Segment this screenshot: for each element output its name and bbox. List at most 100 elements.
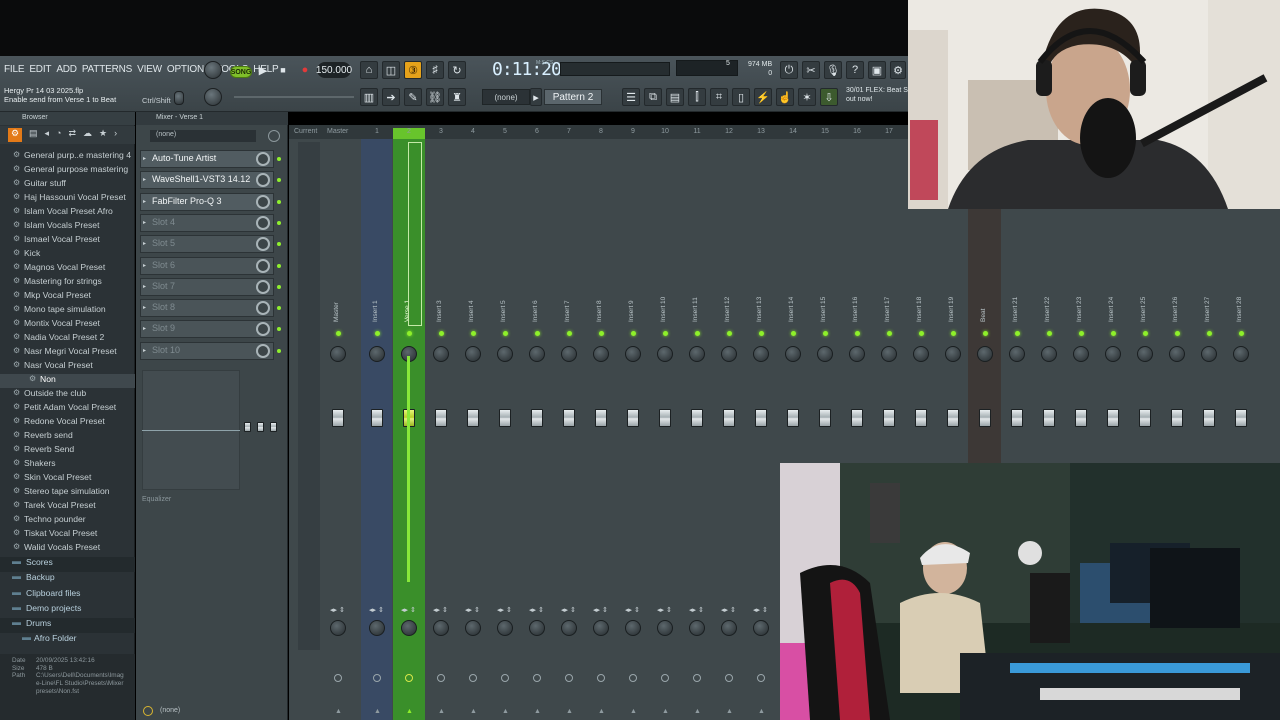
strip-enable-led[interactable]	[919, 331, 924, 336]
strip-pan-knob[interactable]	[721, 346, 737, 362]
strip-pan-knob[interactable]	[1009, 346, 1025, 362]
strip-enable-led[interactable]	[951, 331, 956, 336]
folder-clipboard-files[interactable]: Clipboard files	[0, 587, 135, 603]
strip-name[interactable]: Insert 7	[564, 300, 571, 322]
strip-volume-fader[interactable]	[1107, 409, 1119, 427]
strip-name[interactable]: Insert 12	[724, 297, 731, 322]
strip-route-button[interactable]	[693, 674, 701, 682]
strip-volume-fader[interactable]	[1235, 409, 1247, 427]
save-icon[interactable]: ▣	[868, 61, 886, 79]
strip-pan-knob[interactable]	[1073, 346, 1089, 362]
strip-send-arrow-icon[interactable]: ▲	[470, 708, 477, 715]
strip-name[interactable]: Insert 27	[1204, 297, 1211, 322]
strip-enable-led[interactable]	[1175, 331, 1180, 336]
fx-slot-10[interactable]: Slot 10	[140, 341, 274, 360]
strip-name[interactable]: Beat	[980, 309, 987, 322]
strip-pan-knob[interactable]	[849, 346, 865, 362]
fx-slot-enable-led[interactable]	[277, 199, 281, 204]
strip-volume-fader[interactable]	[851, 409, 863, 427]
fx-slot-arrow-icon[interactable]: ▸	[143, 262, 146, 269]
folder-demo-projects[interactable]: Demo projects	[0, 602, 135, 618]
menu-edit[interactable]: EDIT	[29, 64, 51, 75]
browser-file-icon[interactable]: ▤	[29, 128, 38, 142]
strip-volume-fader[interactable]	[1203, 409, 1215, 427]
strip-name[interactable]: Insert 15	[820, 297, 827, 322]
strip-volume-fader[interactable]	[883, 409, 895, 427]
preset-item[interactable]: Tiskat Vocal Preset	[0, 528, 135, 542]
strip-name[interactable]: Insert 23	[1076, 297, 1083, 322]
strip-swap-icon[interactable]: ◂▸ ⇕	[593, 606, 608, 614]
strip-stereo-knob[interactable]	[529, 620, 545, 636]
fx-slot-mix-knob[interactable]	[256, 279, 270, 294]
preset-item[interactable]: Nasr Megri Vocal Preset	[0, 346, 135, 360]
strip-volume-fader[interactable]	[467, 409, 479, 427]
pattern-prev-icon[interactable]: ▸	[530, 88, 542, 106]
strip-stereo-knob[interactable]	[330, 620, 346, 636]
channel-rack-icon[interactable]: ⧉	[644, 88, 662, 106]
strip-pan-knob[interactable]	[817, 346, 833, 362]
preset-item[interactable]: Shakers	[0, 458, 135, 472]
strip-route-button[interactable]	[405, 674, 413, 682]
strip-pan-knob[interactable]	[689, 346, 705, 362]
microphone-icon[interactable]: 🎙	[824, 61, 842, 79]
strip-name[interactable]: Insert 3	[436, 300, 443, 322]
preset-item[interactable]: Haj Hassouni Vocal Preset	[0, 192, 135, 206]
preset-item[interactable]: Mkp Vocal Preset	[0, 290, 135, 304]
pattern-name[interactable]: Pattern 2	[544, 89, 602, 105]
strip-route-button[interactable]	[533, 674, 541, 682]
touch-icon[interactable]: ☝	[776, 88, 794, 106]
strip-enable-led[interactable]	[1207, 331, 1212, 336]
strip-send-arrow-icon[interactable]: ▲	[335, 708, 342, 715]
strip-volume-fader[interactable]	[435, 409, 447, 427]
strip-send-arrow-icon[interactable]: ▲	[758, 708, 765, 715]
preset-item[interactable]: Tarek Vocal Preset	[0, 500, 135, 514]
mixer-preset-selector[interactable]: (none)	[150, 130, 256, 142]
strip-enable-led[interactable]	[695, 331, 700, 336]
strip-name[interactable]: Insert 8	[596, 300, 603, 322]
fx-slot-mix-knob[interactable]	[256, 343, 270, 358]
strip-stereo-knob[interactable]	[721, 620, 737, 636]
strip-swap-icon[interactable]: ◂▸ ⇕	[369, 606, 384, 614]
strip-name[interactable]: Insert 4	[468, 300, 475, 322]
preset-item[interactable]: Redone Vocal Preset	[0, 416, 135, 430]
strip-name[interactable]: Insert 1	[372, 300, 379, 322]
fx-slot-arrow-icon[interactable]: ▸	[143, 325, 146, 332]
tempo-display[interactable]: 150.000	[316, 62, 352, 78]
browser-star-icon[interactable]: ★	[99, 128, 107, 142]
strip-swap-icon[interactable]: ◂▸ ⇕	[401, 606, 416, 614]
strip-name[interactable]: Insert 5	[500, 300, 507, 322]
fx-slot-mix-knob[interactable]	[256, 258, 270, 273]
strip-swap-icon[interactable]: ◂▸ ⇕	[561, 606, 576, 614]
strip-enable-led[interactable]	[823, 331, 828, 336]
fx-slot-7[interactable]: Slot 7	[140, 277, 274, 296]
strip-stereo-knob[interactable]	[657, 620, 673, 636]
fx-slot-enable-led[interactable]	[277, 348, 281, 353]
strip-pan-knob[interactable]	[433, 346, 449, 362]
strip-name[interactable]: Insert 17	[884, 297, 891, 322]
strip-volume-fader[interactable]	[659, 409, 671, 427]
strip-stereo-knob[interactable]	[561, 620, 577, 636]
strip-enable-led[interactable]	[336, 331, 341, 336]
strip-send-arrow-icon[interactable]: ▲	[662, 708, 669, 715]
strip-volume-fader[interactable]	[1075, 409, 1087, 427]
preset-item[interactable]: Skin Vocal Preset	[0, 472, 135, 486]
strip-pan-knob[interactable]	[753, 346, 769, 362]
strip-swap-icon[interactable]: ◂▸ ⇕	[689, 606, 704, 614]
strip-name[interactable]: Insert 24	[1108, 297, 1115, 322]
browser-link-icon[interactable]: ⇄	[68, 128, 76, 142]
strip-send-arrow-icon[interactable]: ▲	[566, 708, 573, 715]
fx-slot-arrow-icon[interactable]: ▸	[143, 176, 146, 183]
playlist-icon[interactable]: ☰	[622, 88, 640, 106]
preset-item[interactable]: Mono tape simulation	[0, 304, 135, 318]
strip-route-button[interactable]	[334, 674, 342, 682]
strip-send-arrow-icon[interactable]: ▲	[502, 708, 509, 715]
strip-enable-led[interactable]	[1047, 331, 1052, 336]
stamp-icon[interactable]: ♜	[448, 88, 466, 106]
strip-pan-knob[interactable]	[1201, 346, 1217, 362]
strip-stereo-knob[interactable]	[369, 620, 385, 636]
strip-volume-fader[interactable]	[787, 409, 799, 427]
step-edit-icon[interactable]: ♯	[426, 61, 444, 79]
current-strip[interactable]	[298, 142, 320, 650]
preset-item[interactable]: Outside the club	[0, 388, 135, 402]
fx-slot-arrow-icon[interactable]: ▸	[143, 283, 146, 290]
